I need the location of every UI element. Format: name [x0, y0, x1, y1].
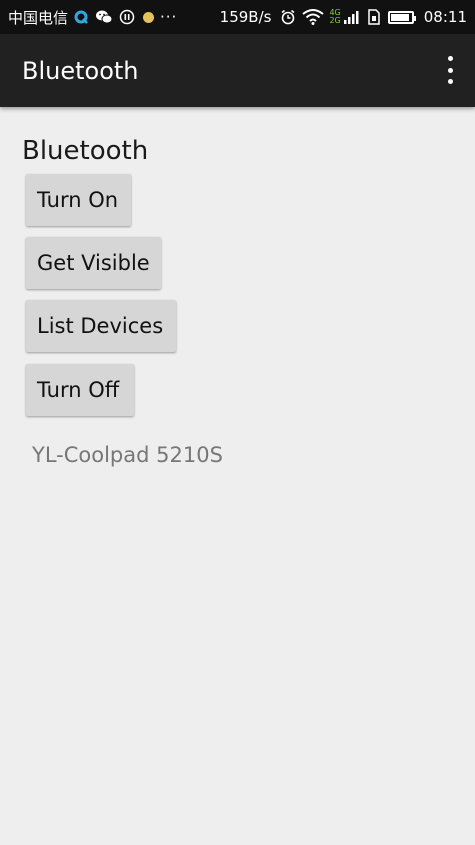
alarm-icon — [279, 8, 297, 26]
main-content: Bluetooth Turn On Get Visible List Devic… — [0, 107, 475, 845]
network-type-label: 4G 2G — [329, 9, 340, 25]
overflow-dot — [447, 56, 453, 61]
dot-icon — [143, 11, 155, 23]
network-label-2g: 2G — [329, 16, 341, 25]
app-bar: Bluetooth — [0, 34, 475, 107]
clock: 08:11 — [423, 8, 467, 26]
wifi-icon — [302, 8, 325, 26]
status-bar: 中国电信 ··· 159B/s 4G 2G 08:11 — [0, 0, 475, 34]
qq-icon — [72, 8, 90, 26]
turn-off-button[interactable]: Turn Off — [26, 364, 134, 416]
battery-icon — [387, 10, 416, 24]
page-heading: Bluetooth — [22, 136, 149, 166]
device-list-item[interactable]: YL-Coolpad 5210S — [32, 441, 223, 469]
signal-icon — [342, 8, 360, 26]
sim-icon — [365, 8, 383, 26]
more-notifications-icon: ··· — [160, 8, 178, 26]
more-vertical-icon[interactable] — [443, 56, 457, 84]
wechat-icon — [95, 8, 113, 26]
overflow-dot — [447, 79, 453, 84]
overflow-dot — [447, 67, 453, 73]
turn-on-button[interactable]: Turn On — [26, 174, 131, 226]
carrier-label: 中国电信 — [8, 8, 69, 27]
status-bar-left: 中国电信 ··· — [8, 7, 191, 28]
battery-level — [390, 13, 409, 21]
get-visible-button[interactable]: Get Visible — [26, 237, 161, 289]
app-title: Bluetooth — [22, 56, 139, 85]
pause-icon — [118, 8, 136, 26]
net-speed: 159B/s — [219, 8, 272, 26]
list-devices-button[interactable]: List Devices — [26, 300, 176, 352]
status-bar-right: 159B/s 4G 2G 08:11 — [220, 8, 467, 26]
